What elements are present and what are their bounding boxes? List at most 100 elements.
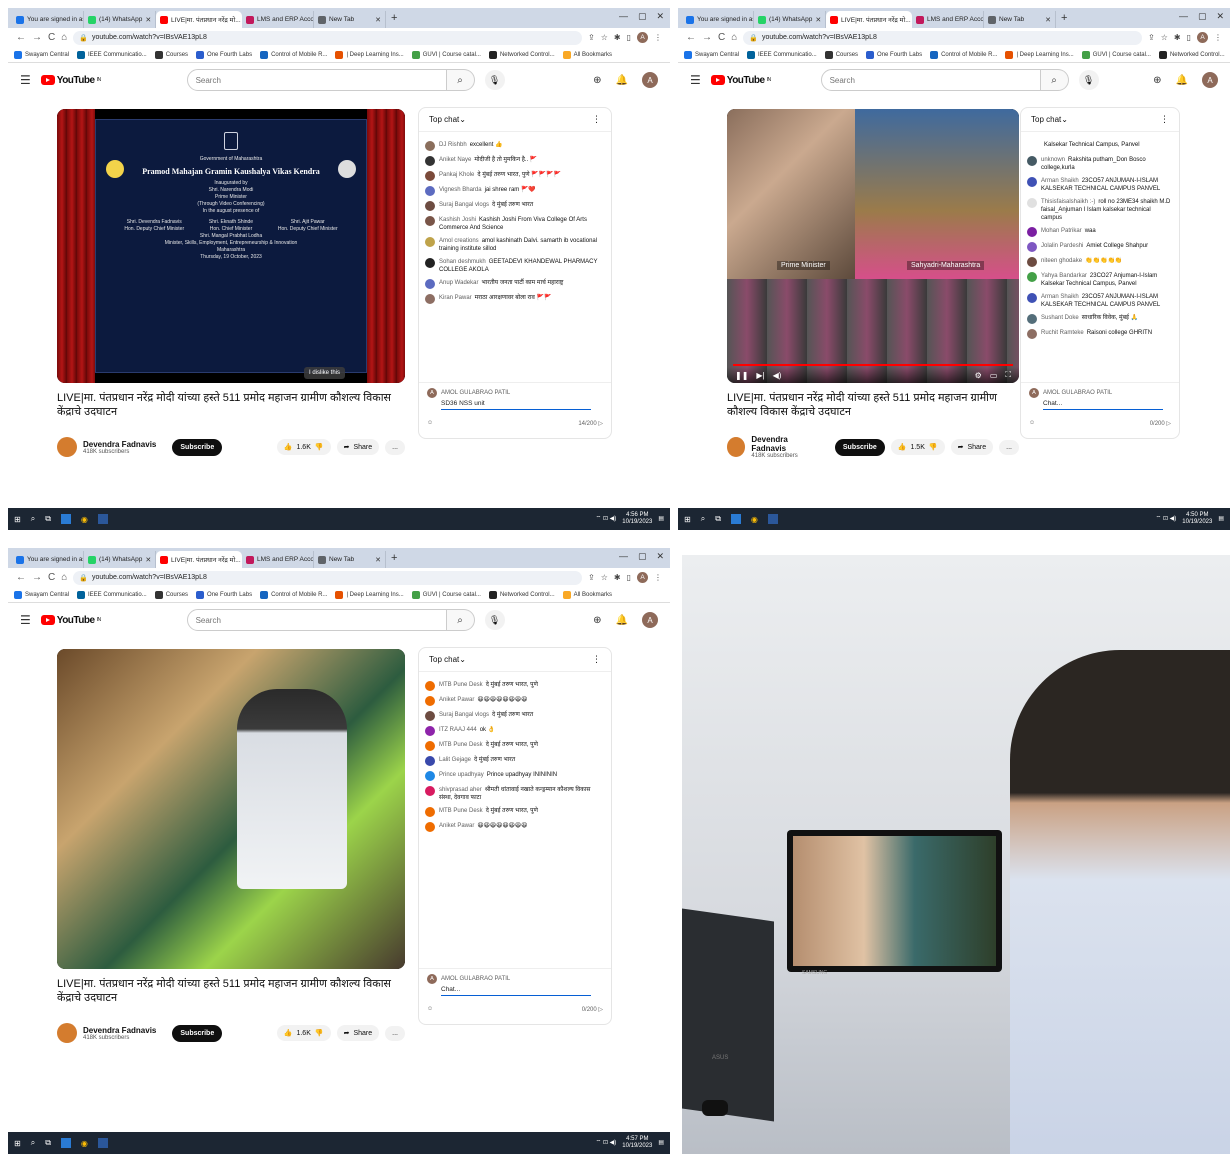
windows-start-icon[interactable]: ⊞ <box>14 515 21 524</box>
profile-avatar[interactable]: A <box>637 572 648 583</box>
search-taskbar-icon[interactable]: ⌕ <box>31 514 35 524</box>
more-button[interactable]: ... <box>999 439 1019 455</box>
taskview-icon[interactable]: ⧉ <box>45 1138 51 1148</box>
chat-author[interactable]: Prince upadhyay <box>439 772 484 778</box>
notification-icon[interactable]: ▤ <box>658 1140 664 1147</box>
windows-start-icon[interactable]: ⊞ <box>14 1139 21 1148</box>
extensions-icon[interactable]: ✱ <box>1174 33 1181 42</box>
extensions-icon[interactable]: ✱ <box>614 573 621 582</box>
menu-icon[interactable]: ⋮ <box>654 573 662 582</box>
chat-author[interactable]: MTB Pune Desk <box>439 742 483 748</box>
bookmark-item[interactable]: | Deep Learning Ins... <box>335 590 404 599</box>
browser-tab[interactable]: LIVE|मा. पंतप्रधान नरेंद्र मो...✕ <box>156 11 242 28</box>
back-icon[interactable]: ← <box>686 32 696 43</box>
tab-close-icon[interactable]: ✕ <box>375 16 381 24</box>
bookmark-item[interactable]: Courses <box>154 590 188 599</box>
thumbs-down-icon[interactable]: 👎 <box>315 443 324 451</box>
clock-time[interactable]: 4:50 PM <box>1182 512 1212 519</box>
chat-author[interactable]: MTB Pune Desk <box>439 682 483 688</box>
tab-close-icon[interactable]: ✕ <box>145 16 151 24</box>
tab-close-icon[interactable]: ✕ <box>375 556 381 564</box>
channel-avatar[interactable] <box>57 437 77 457</box>
new-tab-button[interactable]: + <box>386 552 402 564</box>
close-window-icon[interactable]: ✕ <box>656 11 664 22</box>
chrome-icon[interactable]: ◉ <box>751 515 758 524</box>
mic-icon[interactable]: 🎙 <box>484 70 505 90</box>
like-button[interactable]: 👍 1.6K 👎 <box>276 439 331 455</box>
chevron-down-icon[interactable]: ⌄ <box>459 115 466 124</box>
maximize-icon[interactable]: ▢ <box>1198 11 1207 22</box>
taskview-icon[interactable]: ⧉ <box>715 514 721 524</box>
chat-author[interactable]: Suraj Bangal vlogs <box>439 202 489 208</box>
home-icon[interactable]: ⌂ <box>61 572 67 583</box>
minimize-icon[interactable]: — <box>619 11 628 22</box>
channel-name[interactable]: Devendra Fadnavis <box>751 435 819 453</box>
youtube-logo[interactable]: YouTube IN <box>40 75 101 86</box>
video-player[interactable] <box>57 649 405 969</box>
chat-author[interactable]: Sohan deshmukh <box>439 259 486 265</box>
search-icon[interactable]: ⌕ <box>446 69 475 91</box>
reload-icon[interactable]: C <box>48 32 55 43</box>
subscribe-button[interactable]: Subscribe <box>172 438 223 456</box>
bell-icon[interactable]: 🔔 <box>1176 75 1188 86</box>
bookmark-item[interactable]: One Fourth Labs <box>196 590 252 599</box>
share-button[interactable]: ➦ Share <box>336 439 380 455</box>
chrome-icon[interactable]: ◉ <box>81 1139 88 1148</box>
chat-author[interactable]: niteen ghodake <box>1041 258 1082 264</box>
bookmark-item[interactable]: All Bookmarks <box>562 50 612 59</box>
notification-icon[interactable]: ▤ <box>658 516 664 523</box>
channel-name[interactable]: Devendra Fadnavis <box>83 440 156 449</box>
chrome-icon[interactable]: ◉ <box>81 515 88 524</box>
chat-author[interactable]: Aniket Naye <box>439 157 471 163</box>
bookmark-item[interactable]: Swayam Central <box>14 590 69 599</box>
clock-time[interactable]: 4:56 PM <box>622 512 652 519</box>
home-icon[interactable]: ⌂ <box>61 32 67 43</box>
chat-menu-icon[interactable]: ⋮ <box>592 654 601 665</box>
channel-avatar[interactable] <box>57 1023 77 1043</box>
bookmark-item[interactable]: One Fourth Labs <box>866 50 922 59</box>
new-tab-button[interactable]: + <box>1056 12 1072 24</box>
progress-bar[interactable] <box>733 364 1013 366</box>
notification-icon[interactable]: ▤ <box>1218 516 1224 523</box>
chat-input[interactable]: Chat... <box>441 984 591 996</box>
chat-menu-icon[interactable]: ⋮ <box>592 114 601 125</box>
chat-author[interactable]: Vignesh Bharda <box>439 187 482 193</box>
menu-icon[interactable]: ⋮ <box>1214 33 1222 42</box>
reload-icon[interactable]: C <box>718 32 725 43</box>
forward-icon[interactable]: → <box>702 32 712 43</box>
chat-author[interactable]: unknown <box>1041 157 1065 163</box>
bookmark-item[interactable]: Control of Mobile R... <box>260 50 327 59</box>
share-icon[interactable]: ⇪ <box>1148 33 1155 42</box>
bookmark-item[interactable]: Courses <box>154 50 188 59</box>
extensions-icon[interactable]: ✱ <box>614 33 621 42</box>
chat-author[interactable]: Sushant Doke <box>1041 315 1079 321</box>
star-icon[interactable]: ☆ <box>601 33 608 42</box>
clock-date[interactable]: 10/19/2023 <box>622 1143 652 1150</box>
search-input[interactable] <box>186 609 447 631</box>
youtube-logo[interactable]: YouTube IN <box>40 615 101 626</box>
like-button[interactable]: 👍 1.5K 👎 <box>890 439 945 455</box>
chat-author[interactable]: Aniket Pawar <box>439 697 474 703</box>
app-icon[interactable] <box>730 514 741 524</box>
chat-author[interactable]: Yahya Bandarkar <box>1041 273 1087 279</box>
video-player[interactable]: Government of Maharashtra Pramod Mahajan … <box>57 109 405 383</box>
browser-tab[interactable]: New Tab ✕ <box>314 11 386 28</box>
chat-author[interactable]: Kiran Pawar <box>439 295 472 301</box>
browser-tab[interactable]: You are signed in as agpatil✕ <box>682 11 754 28</box>
browser-tab[interactable]: LIVE|मा. पंतप्रधान नरेंद्र मो...✕ <box>156 551 242 568</box>
bookmark-item[interactable]: Courses <box>824 50 858 59</box>
chat-author[interactable]: Pankaj Khole <box>439 172 474 178</box>
youtube-logo[interactable]: YouTube IN <box>710 75 771 86</box>
minimize-icon[interactable]: — <box>619 551 628 562</box>
browser-tab[interactable]: LIVE|मा. पंतप्रधान नरेंद्र मो...✕ <box>826 11 912 28</box>
bookmark-item[interactable]: Control of Mobile R... <box>260 590 327 599</box>
minimize-icon[interactable]: — <box>1179 11 1188 22</box>
chat-author[interactable]: Lalit Gejage <box>439 757 471 763</box>
sidepanel-icon[interactable]: ▯ <box>627 573 631 582</box>
wifi-icon[interactable]: ⌔ ⊡ ◀) <box>1156 516 1177 523</box>
bell-icon[interactable]: 🔔 <box>616 615 628 626</box>
miniplayer-icon[interactable]: ▭ <box>990 371 998 380</box>
chat-messages[interactable]: MTB Pune Desk दे मुंबई तरुण भारत, पुणे Ani… <box>419 672 611 968</box>
profile-avatar[interactable]: A <box>1197 32 1208 43</box>
send-icon[interactable]: ▷ <box>1166 421 1171 427</box>
